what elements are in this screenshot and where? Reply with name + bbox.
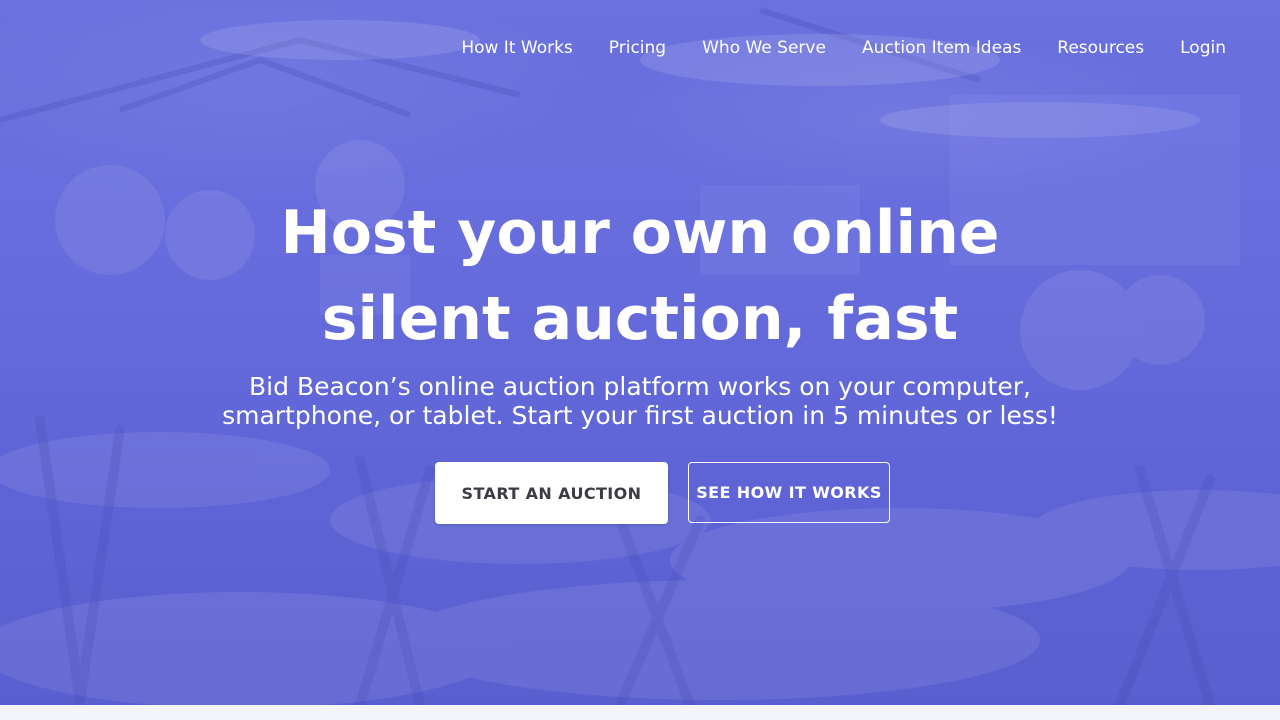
see-how-it-works-button[interactable]: SEE HOW IT WORKS [688, 462, 890, 523]
hero-subheadline: Bid Beacon’s online auction platform wor… [222, 372, 1058, 430]
nav-link-how-it-works[interactable]: How It Works [461, 36, 572, 60]
nav-link-login[interactable]: Login [1180, 36, 1226, 60]
hero-section: How It Works Pricing Who We Serve Auctio… [0, 0, 1280, 705]
hero-headline: Host your own online silent auction, fas… [280, 198, 1000, 354]
top-navigation: How It Works Pricing Who We Serve Auctio… [461, 36, 1226, 60]
nav-link-auction-item-ideas[interactable]: Auction Item Ideas [862, 36, 1021, 60]
next-section-edge [0, 705, 1280, 720]
nav-link-pricing[interactable]: Pricing [609, 36, 666, 60]
nav-link-who-we-serve[interactable]: Who We Serve [702, 36, 826, 60]
nav-link-resources[interactable]: Resources [1057, 36, 1144, 60]
start-auction-button[interactable]: START AN AUCTION [435, 462, 668, 524]
